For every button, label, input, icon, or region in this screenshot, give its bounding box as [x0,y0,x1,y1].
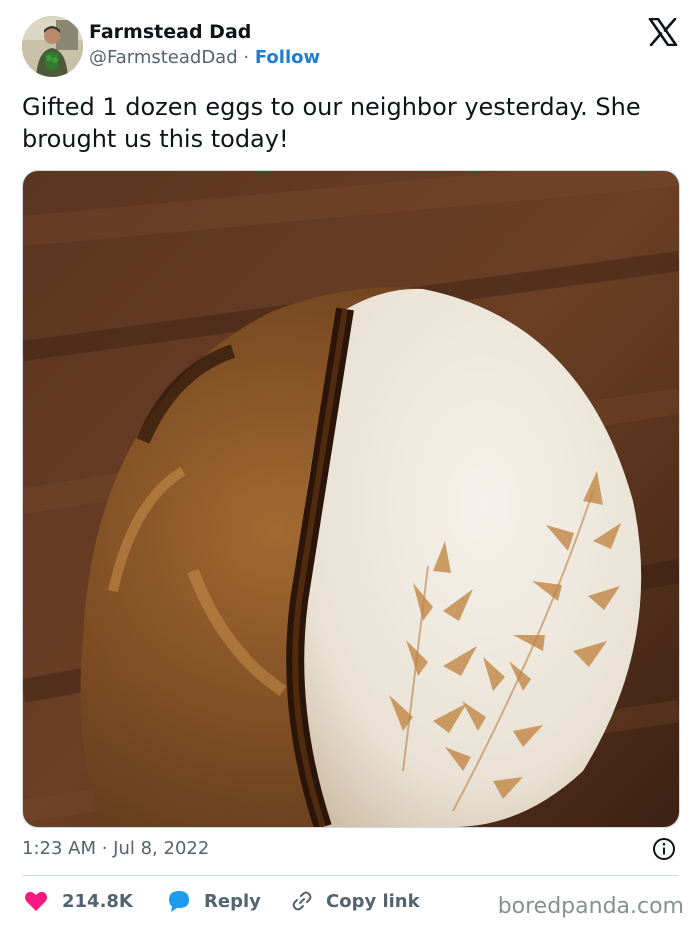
reply-label: Reply [204,890,261,912]
follow-button[interactable]: Follow [255,47,320,68]
x-logo-icon[interactable] [648,18,678,46]
author-handle[interactable]: @FarmsteadDad [89,47,238,68]
bread-photo [23,171,679,827]
info-icon[interactable] [652,837,676,861]
tweet-text: Gifted 1 dozen eggs to our neighbor yest… [22,93,641,153]
author-handle-row: @FarmsteadDad · Follow [89,47,320,68]
avatar-image [22,16,83,77]
tweet-photo[interactable] [22,170,680,828]
tweet-meta-row: 1:23 AM · Jul 8, 2022 [22,836,678,864]
divider [22,875,678,876]
avatar[interactable] [22,16,83,77]
tweet-embed-card: Farmstead Dad @FarmsteadDad · Follow Gif… [0,0,700,929]
like-button[interactable]: 214.8K [24,885,133,917]
copy-link-button[interactable]: Copy link [290,885,420,917]
copy-link-label: Copy link [326,890,420,912]
link-icon [292,891,312,911]
separator-dot: · [243,47,250,68]
tweet-timestamp[interactable]: 1:23 AM · Jul 8, 2022 [22,838,209,859]
tweet-header: Farmstead Dad @FarmsteadDad · Follow [22,16,682,78]
reply-button[interactable]: Reply [167,885,261,917]
like-count: 214.8K [62,890,133,912]
speech-bubble-icon [169,891,189,912]
heart-icon [25,891,47,911]
watermark: boredpanda.com [497,894,684,919]
author-name[interactable]: Farmstead Dad [89,21,251,43]
